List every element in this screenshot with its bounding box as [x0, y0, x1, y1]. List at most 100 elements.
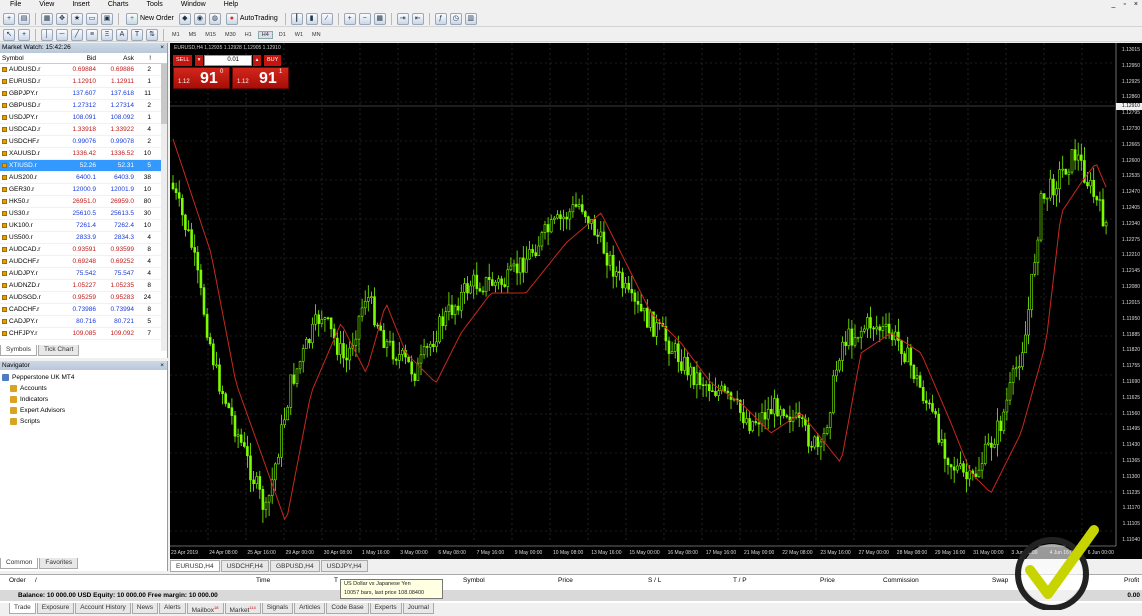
fibonacci-icon[interactable]: Ξ — [101, 28, 113, 41]
timeframe-m15[interactable]: M15 — [202, 32, 219, 38]
column-order[interactable]: Order — [9, 575, 26, 586]
cursor-icon[interactable]: ↖ — [3, 28, 15, 41]
label-icon[interactable]: T — [131, 28, 143, 41]
column-symbol[interactable]: Symbol — [0, 53, 68, 63]
terminal-icon[interactable]: ▭ — [86, 12, 98, 25]
menu-insert[interactable]: Insert — [62, 0, 98, 10]
market-watch-row[interactable]: GBPUSD.r 1.27312 1.27314 2 — [0, 100, 167, 112]
lot-up-icon[interactable]: ▴ — [253, 55, 261, 66]
timeframe-h4[interactable]: H4 — [257, 30, 273, 39]
market-watch-row[interactable]: AUS200.r 6400.1 6403.9 38 — [0, 172, 167, 184]
chart-canvas[interactable] — [170, 43, 1142, 559]
lot-size-input[interactable]: 0.01 — [204, 55, 252, 66]
column-bid[interactable]: Bid — [68, 53, 96, 63]
market-watch-row[interactable]: USDJPY.r 108.091 108.092 1 — [0, 112, 167, 124]
menu-tools[interactable]: Tools — [136, 0, 170, 10]
tab-market[interactable]: Market114 — [224, 603, 261, 614]
signals-icon[interactable]: ◉ — [193, 12, 206, 25]
timeframe-mn[interactable]: MN — [309, 32, 324, 38]
tab-account-history[interactable]: Account History — [75, 603, 131, 614]
market-watch-row[interactable]: AUDCHF.r 0.69248 0.69252 4 — [0, 256, 167, 268]
tab-exposure[interactable]: Exposure — [36, 603, 75, 614]
market-watch-row[interactable]: USDCAD.r 1.33918 1.33922 4 — [0, 124, 167, 136]
indicators-icon[interactable]: ƒ — [434, 12, 447, 25]
tab-common[interactable]: Common — [0, 558, 39, 569]
tab-symbols[interactable]: Symbols — [0, 345, 37, 356]
periods-icon[interactable]: ◷ — [449, 12, 462, 25]
market-watch-row[interactable]: AUDSGD.r 0.95259 0.95283 24 — [0, 292, 167, 304]
market-watch-row[interactable]: US500.r 2833.9 2834.3 4 — [0, 232, 167, 244]
zoom-out-icon[interactable]: − — [358, 12, 371, 25]
column-price-current[interactable]: Price — [820, 575, 835, 586]
market-watch-row[interactable]: HK50.r 26951.0 26959.0 80 — [0, 196, 167, 208]
strategy-tester-icon[interactable]: ▣ — [101, 12, 113, 25]
data-window-icon[interactable]: ✥ — [56, 12, 68, 25]
column-spread[interactable]: ! — [134, 53, 153, 63]
chart-tab-gbpusd[interactable]: GBPUSD,H4 — [270, 560, 320, 572]
chart-tab-usdchf[interactable]: USDCHF,H4 — [220, 560, 270, 572]
tab-trade[interactable]: Trade — [9, 603, 36, 614]
market-watch-row[interactable]: AUDJPY.r 75.542 75.547 4 — [0, 268, 167, 280]
chart-tab-usdjpy[interactable]: USDJPY,H4 — [320, 560, 368, 572]
market-watch-row[interactable]: CADJPY.r 80.716 80.721 5 — [0, 316, 167, 328]
market-watch-row[interactable]: US30.r 25610.5 25613.5 30 — [0, 208, 167, 220]
timeframe-m30[interactable]: M30 — [222, 32, 239, 38]
market-watch-icon[interactable]: ▦ — [41, 12, 53, 25]
market-watch-row[interactable]: GER30.r 12000.9 12001.9 10 — [0, 184, 167, 196]
column-tp[interactable]: T / P — [733, 575, 747, 586]
lot-down-icon[interactable]: ▾ — [195, 55, 203, 66]
text-icon[interactable]: A — [116, 28, 128, 41]
minimize-icon[interactable]: _ — [1112, 0, 1116, 10]
market-watch-close-icon[interactable]: × — [160, 43, 164, 53]
market-watch-row[interactable]: UK100.r 7261.4 7262.4 10 — [0, 220, 167, 232]
column-swap[interactable]: Swap — [992, 575, 1008, 586]
market-watch-row[interactable]: GBPJPY.r 137.607 137.618 11 — [0, 88, 167, 100]
market-watch-row[interactable]: AUDNZD.r 1.05227 1.05235 8 — [0, 280, 167, 292]
market-icon[interactable]: ◍ — [208, 12, 221, 25]
timeframe-m1[interactable]: M1 — [169, 32, 183, 38]
market-watch-row[interactable]: USDCHF.r 0.99076 0.99078 2 — [0, 136, 167, 148]
new-order-button[interactable]: + New Order — [124, 12, 176, 25]
navigator-item[interactable]: Indicators — [0, 394, 167, 405]
arrows-icon[interactable]: ⇅ — [146, 28, 158, 41]
new-chart-icon[interactable]: + — [3, 12, 15, 25]
navigator-item[interactable]: Expert Advisors — [0, 405, 167, 416]
menu-help[interactable]: Help — [214, 0, 246, 10]
channel-icon[interactable]: ≡ — [86, 28, 98, 41]
navigator-close-icon[interactable]: × — [160, 361, 164, 370]
market-watch-row[interactable]: AUDUSD.r 0.69884 0.69886 2 — [0, 64, 167, 76]
tab-signals[interactable]: Signals — [261, 603, 294, 614]
navigator-item[interactable]: Accounts — [0, 383, 167, 394]
chart-tab-eurusd[interactable]: EURUSD,H4 — [170, 560, 220, 572]
timeframe-w1[interactable]: W1 — [292, 32, 306, 38]
column-time[interactable]: Time — [256, 575, 270, 586]
market-watch-row[interactable]: XTIUSD.r 52.26 52.31 5 — [0, 160, 167, 172]
bar-chart-icon[interactable]: ┃ — [290, 12, 303, 25]
price-chart[interactable]: EURUSD,H4 1.12935 1.12928 1.12905 1.1291… — [170, 43, 1142, 559]
timeframe-h1[interactable]: H1 — [242, 32, 255, 38]
menu-window[interactable]: Window — [171, 0, 214, 10]
sell-price-button[interactable]: 1.12 91 0 — [173, 67, 230, 89]
column-ask[interactable]: Ask — [96, 53, 134, 63]
market-watch-row[interactable]: AUDCAD.r 0.93591 0.93599 8 — [0, 244, 167, 256]
zoom-in-icon[interactable]: + — [343, 12, 356, 25]
autoscroll-icon[interactable]: ⇥ — [396, 12, 409, 25]
column-symbol[interactable]: Symbol — [463, 575, 485, 586]
timeframe-m5[interactable]: M5 — [186, 32, 200, 38]
close-icon[interactable]: × — [1134, 0, 1138, 10]
buy-price-button[interactable]: 1.12 91 1 — [232, 67, 289, 89]
scroll-thumb[interactable] — [161, 64, 167, 124]
column-sl[interactable]: S / L — [648, 575, 661, 586]
tab-code-base[interactable]: Code Base — [326, 603, 369, 614]
metaeditor-icon[interactable]: ◆ — [178, 12, 191, 25]
column-commission[interactable]: Commission — [883, 575, 919, 586]
column-sort-icon[interactable]: / — [35, 575, 37, 586]
tile-windows-icon[interactable]: ▦ — [373, 12, 386, 25]
buy-button[interactable]: BUY — [264, 55, 282, 66]
line-chart-icon[interactable]: ∕ — [320, 12, 333, 25]
navigator-item[interactable]: Scripts — [0, 416, 167, 427]
profiles-icon[interactable]: ▤ — [18, 12, 30, 25]
tab-news[interactable]: News — [131, 603, 159, 614]
tab-tick-chart[interactable]: Tick Chart — [37, 345, 80, 356]
autotrading-button[interactable]: ● AutoTrading — [224, 12, 280, 25]
